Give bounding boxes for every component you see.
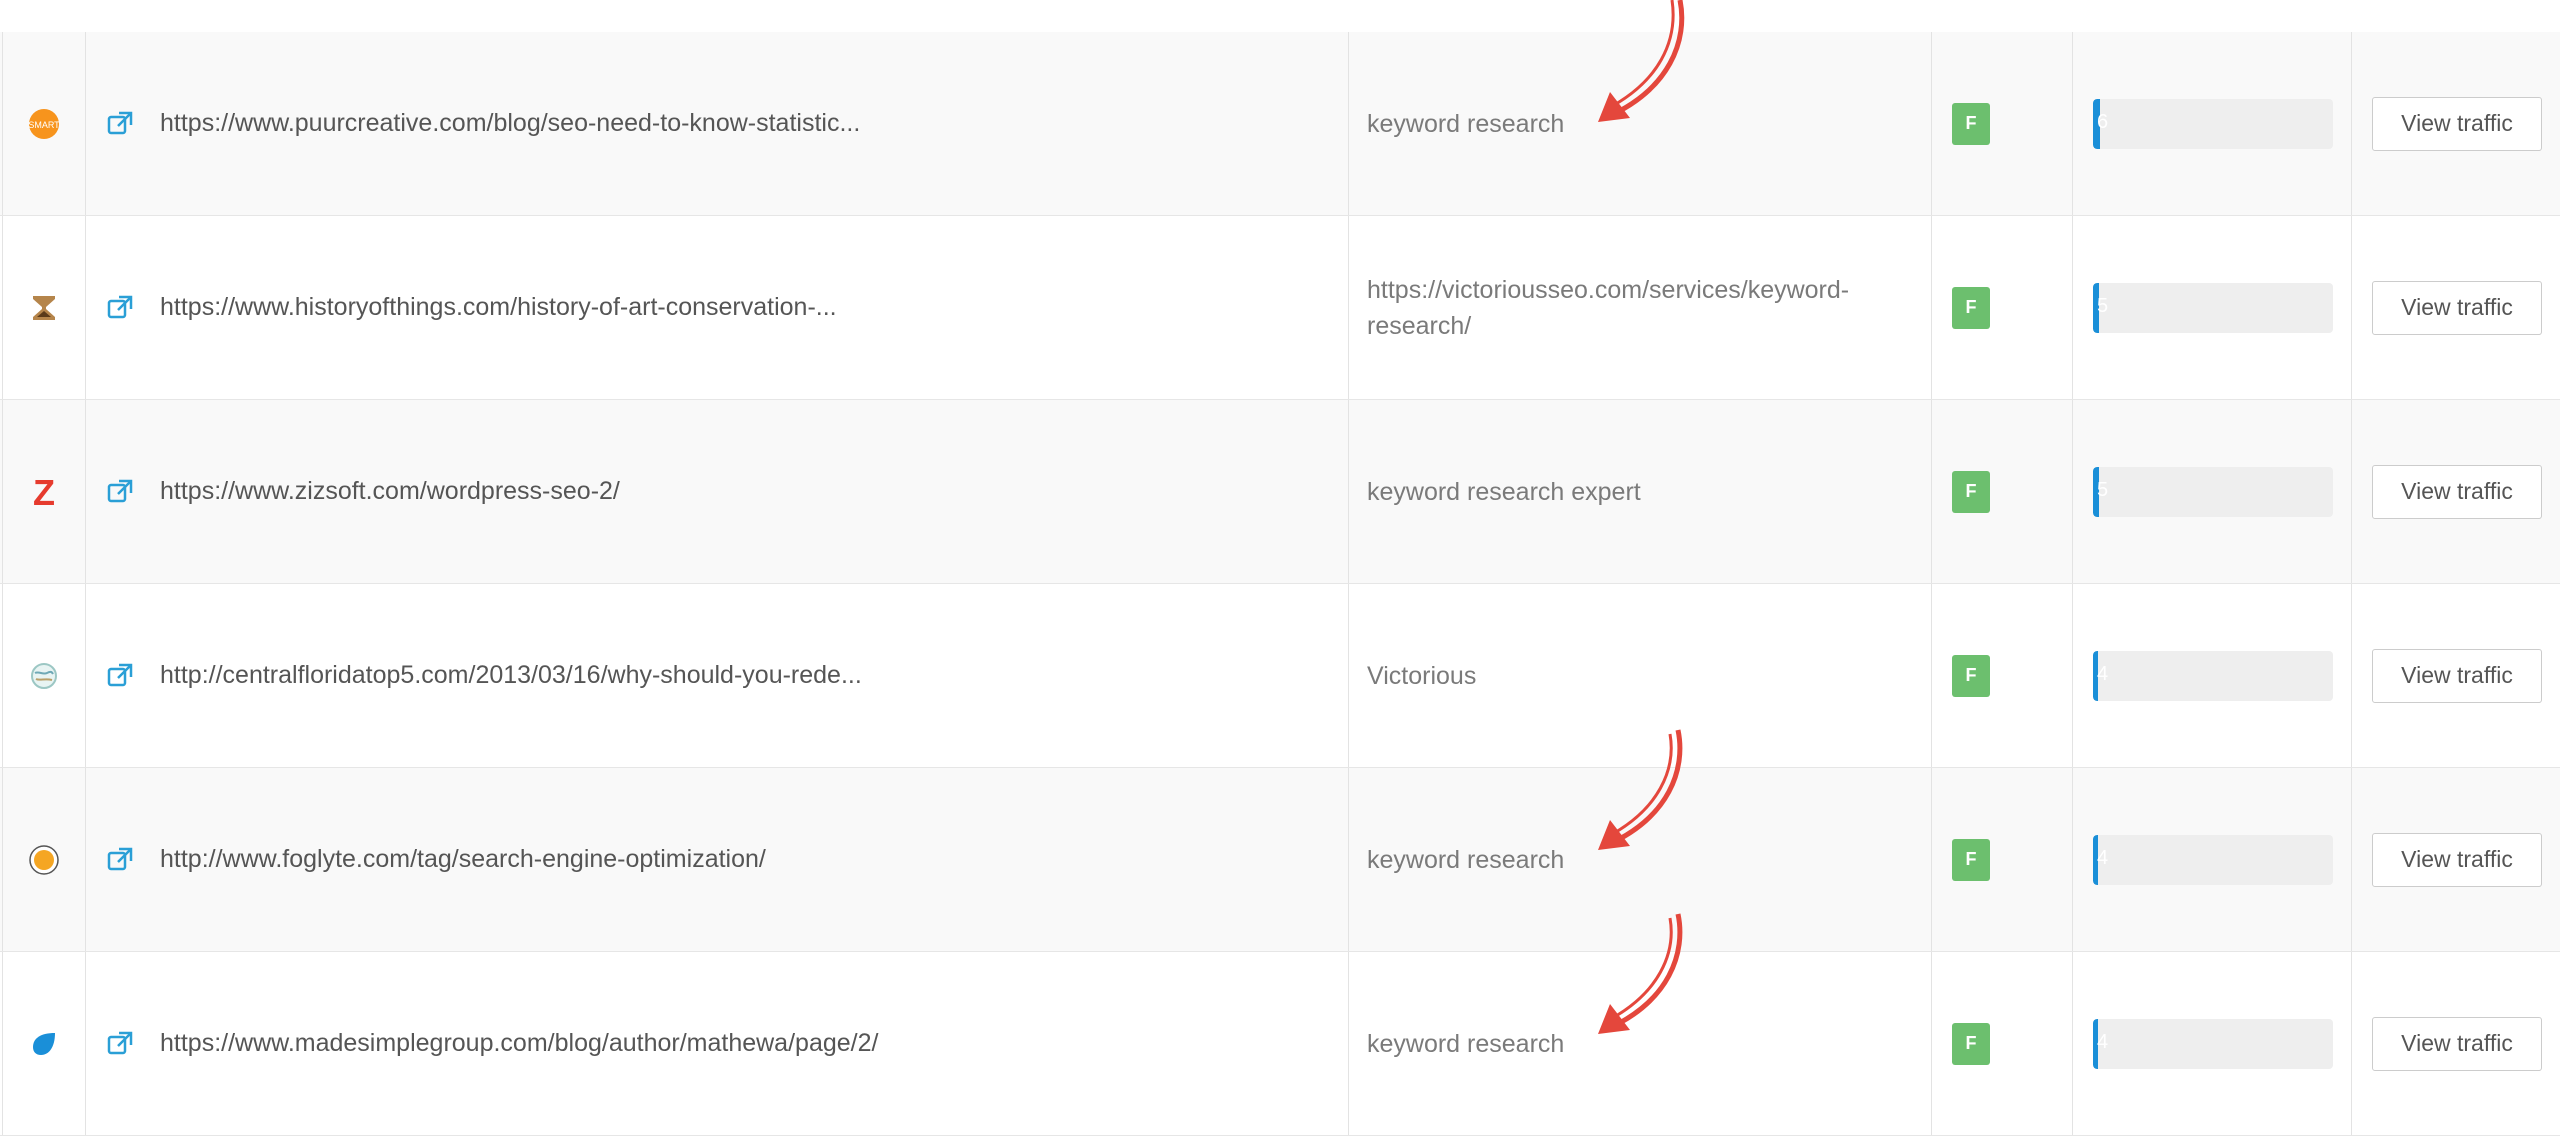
table-row: SMART https://www.puurcreative.com/blog/… (0, 32, 2560, 216)
view-traffic-button[interactable]: View traffic (2372, 464, 2542, 519)
hourglass-icon (33, 295, 55, 320)
backlinks-table: SMART https://www.puurcreative.com/blog/… (0, 32, 2560, 1136)
traffic-bar: 5 (2093, 466, 2333, 517)
traffic-bar: 6 (2093, 98, 2333, 149)
anchor-text: keyword research (1367, 845, 1565, 874)
view-traffic-button[interactable]: View traffic (2372, 648, 2542, 703)
anchor-text: https://victoriousseo.com/services/keywo… (1367, 275, 1850, 340)
source-url[interactable]: https://www.zizsoft.com/wordpress-seo-2/ (160, 477, 620, 506)
follow-badge: F (1952, 654, 1990, 697)
traffic-bar: 4 (2093, 650, 2333, 701)
source-url[interactable]: http://www.foglyte.com/tag/search-engine… (160, 845, 766, 874)
traffic-value: 5 (2097, 294, 2109, 317)
table-row: https://www.historyofthings.com/history-… (0, 216, 2560, 400)
svg-text:SMART: SMART (28, 120, 60, 130)
follow-badge: F (1952, 1022, 1990, 1065)
traffic-bar: 5 (2093, 282, 2333, 333)
source-url[interactable]: https://www.puurcreative.com/blog/seo-ne… (160, 109, 860, 138)
traffic-value: 5 (2097, 478, 2109, 501)
external-link-icon[interactable] (106, 846, 134, 874)
z-logo-icon: Z (33, 474, 55, 510)
traffic-bar: 4 (2093, 1018, 2333, 1069)
view-traffic-button[interactable]: View traffic (2372, 96, 2542, 151)
external-link-icon[interactable] (106, 110, 134, 138)
traffic-bar: 4 (2093, 834, 2333, 885)
anchor-text: Victorious (1367, 661, 1477, 690)
svg-text:Z: Z (33, 474, 55, 510)
follow-badge: F (1952, 286, 1990, 329)
external-link-icon[interactable] (106, 1030, 134, 1058)
external-link-icon[interactable] (106, 662, 134, 690)
source-url[interactable]: http://centralfloridatop5.com/2013/03/16… (160, 661, 862, 690)
leaf-icon (33, 1032, 55, 1055)
view-traffic-button[interactable]: View traffic (2372, 832, 2542, 887)
anchor-text: keyword research (1367, 1029, 1565, 1058)
traffic-value: 4 (2097, 662, 2109, 685)
follow-badge: F (1952, 838, 1990, 881)
traffic-value: 4 (2097, 846, 2109, 869)
source-url[interactable]: https://www.madesimplegroup.com/blog/aut… (160, 1029, 878, 1058)
follow-badge: F (1952, 470, 1990, 513)
anchor-text: keyword research (1367, 109, 1565, 138)
external-link-icon[interactable] (106, 294, 134, 322)
table-row: https://www.madesimplegroup.com/blog/aut… (0, 952, 2560, 1136)
table-row: http://www.foglyte.com/tag/search-engine… (0, 768, 2560, 952)
table-row: http://centralfloridatop5.com/2013/03/16… (0, 584, 2560, 768)
source-url[interactable]: https://www.historyofthings.com/history-… (160, 293, 837, 322)
orange-circle-icon (29, 844, 59, 875)
follow-badge: F (1952, 102, 1990, 145)
view-traffic-button[interactable]: View traffic (2372, 280, 2542, 335)
view-traffic-button[interactable]: View traffic (2372, 1016, 2542, 1071)
external-link-icon[interactable] (106, 478, 134, 506)
table-row: Z https://www.zizsoft.com/wordpress-seo-… (0, 400, 2560, 584)
puurcreative-logo-icon: SMART (28, 108, 60, 139)
traffic-value: 6 (2097, 110, 2109, 133)
traffic-value: 4 (2097, 1030, 2109, 1053)
globe-icon (31, 662, 57, 689)
anchor-text: keyword research expert (1367, 477, 1641, 506)
